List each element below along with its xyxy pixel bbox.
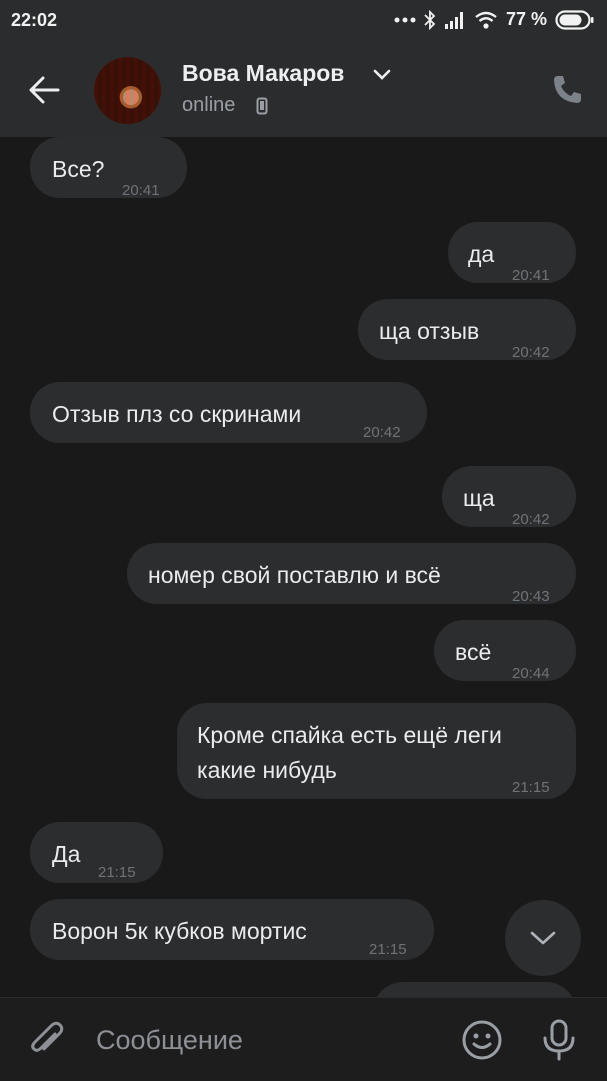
status-icons: 77 % — [394, 9, 595, 30]
status-bar: 22:02 77 % — [0, 0, 607, 42]
message-time: 20:42 — [512, 511, 550, 528]
message-time: 20:43 — [512, 588, 550, 605]
message-text-line-2: какие нибудь — [197, 757, 337, 783]
message-outgoing[interactable]: Кроме спайка есть ещё леги какие нибудь … — [177, 703, 576, 799]
message-time: 21:15 — [369, 941, 407, 958]
message-text: ща отзыв — [379, 318, 480, 344]
message-list[interactable]: Все? 20:41 да 20:41 ща отзыв 20:42 Отзыв… — [0, 137, 607, 1000]
message-text: ща — [463, 485, 495, 511]
back-button[interactable] — [24, 70, 68, 110]
battery-icon — [555, 9, 594, 30]
message-incoming[interactable]: Отзыв плз со скринами 20:42 — [30, 382, 427, 443]
message-text: Все? — [52, 156, 105, 182]
message-time: 20:41 — [512, 267, 550, 284]
chevron-down-icon — [530, 931, 556, 945]
dots-icon — [394, 17, 416, 22]
call-button[interactable] — [550, 73, 584, 112]
message-time: 21:15 — [98, 864, 136, 881]
message-composer: Сообщение — [0, 997, 607, 1081]
message-time: 20:44 — [512, 665, 550, 682]
message-outgoing[interactable]: ща отзыв 20:42 — [358, 299, 576, 361]
message-text-line-1: Кроме спайка есть ещё леги — [197, 722, 502, 748]
message-outgoing[interactable]: да 20:41 — [448, 222, 576, 284]
message-outgoing[interactable]: ща 20:42 — [442, 466, 576, 528]
message-time: 20:41 — [122, 182, 160, 199]
avatar[interactable] — [94, 57, 161, 124]
message-text: всё — [455, 639, 492, 665]
back-arrow-icon — [29, 76, 60, 104]
scroll-to-bottom-button[interactable] — [505, 900, 581, 976]
message-input[interactable]: Сообщение — [96, 1025, 243, 1056]
signal-icon — [444, 11, 463, 29]
message-text: Отзыв плз со скринами — [52, 401, 302, 427]
voice-message-button[interactable] — [541, 1018, 577, 1067]
status-time: 22:02 — [11, 10, 58, 30]
battery-percent: 77 % — [505, 9, 547, 29]
message-incoming[interactable]: Все? 20:41 — [30, 137, 187, 199]
message-text: Да — [52, 841, 81, 867]
message-text: Ворон 5к кубков мортис — [52, 918, 307, 944]
message-time: 20:42 — [512, 344, 550, 361]
chevron-down-icon[interactable] — [373, 68, 391, 86]
phone-icon — [554, 76, 581, 103]
contact-name[interactable]: Вова Макаров — [182, 60, 344, 87]
paperclip-icon — [31, 1021, 64, 1052]
chat-header: Вова Макаров online — [0, 42, 607, 137]
mobile-device-icon — [256, 97, 268, 120]
message-incoming[interactable]: Да 21:15 — [30, 822, 163, 883]
bluetooth-icon — [424, 9, 436, 30]
message-text: да — [468, 241, 495, 267]
message-outgoing[interactable]: номер свой поставлю и всё 20:43 — [127, 543, 576, 605]
microphone-icon — [543, 1019, 575, 1061]
emoji-button[interactable] — [461, 1019, 503, 1066]
message-outgoing[interactable]: всё 20:44 — [434, 620, 576, 682]
message-incoming[interactable]: Ворон 5к кубков мортис 21:15 — [30, 899, 434, 960]
message-time: 20:42 — [363, 424, 401, 441]
message-text: номер свой поставлю и всё — [148, 562, 441, 588]
wifi-icon — [475, 11, 497, 29]
emoji-icon — [462, 1020, 502, 1060]
contact-status: online — [182, 94, 236, 116]
message-time: 21:15 — [512, 779, 550, 796]
attach-button[interactable] — [28, 1020, 66, 1065]
